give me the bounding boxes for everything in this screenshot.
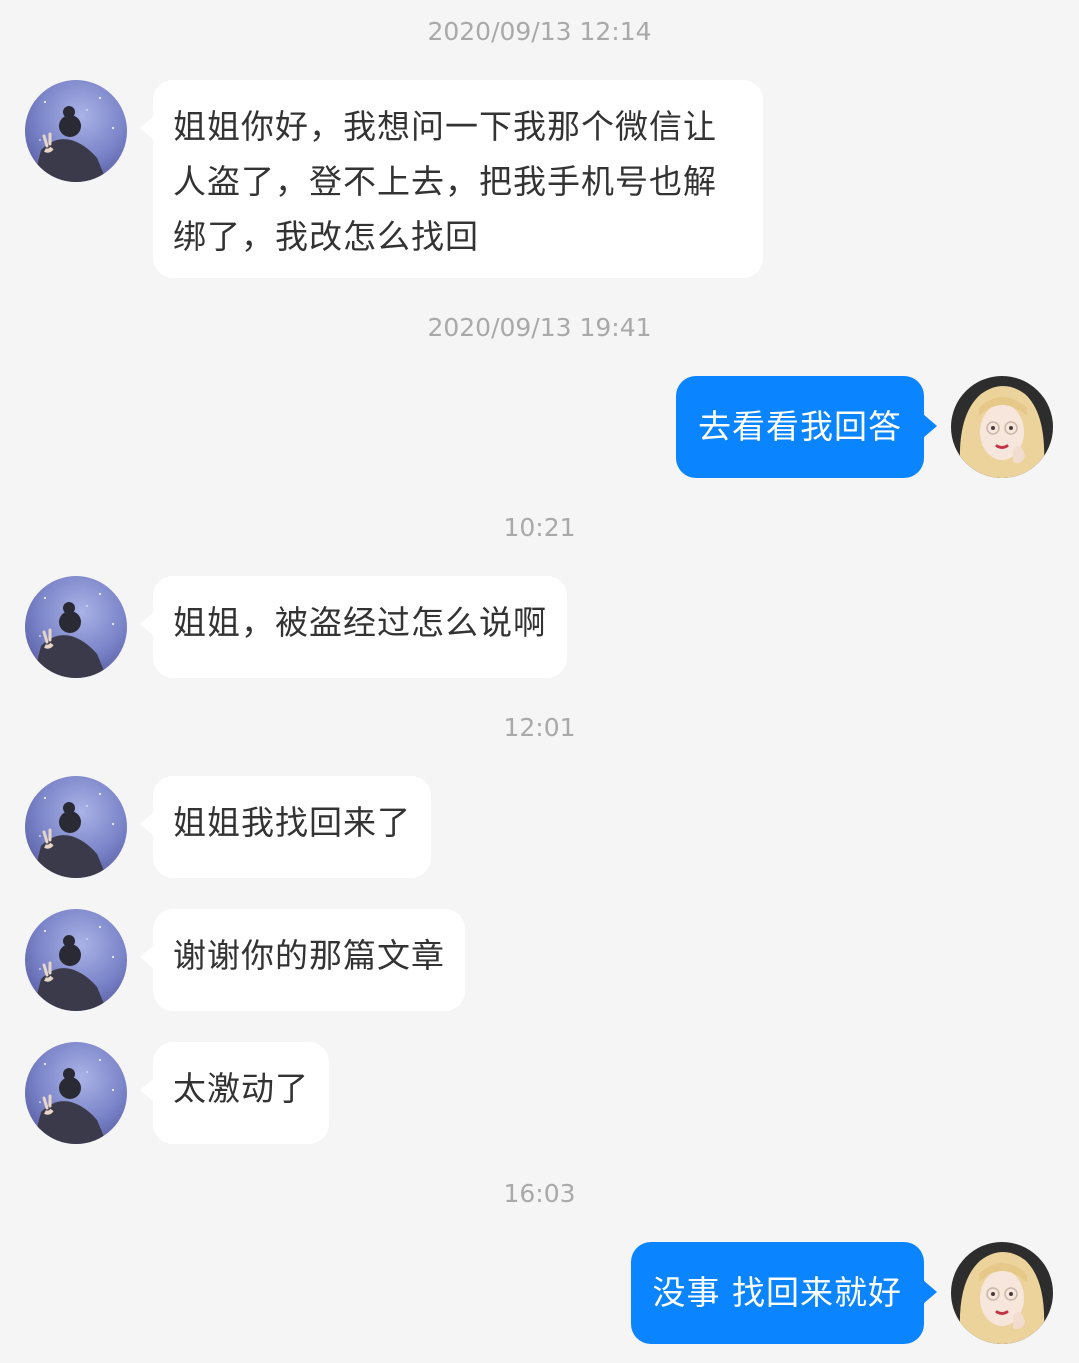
chat-panel: 2020/09/13 12:14 姐姐你好，我想问一下我那个微信让 人盗了，登不… bbox=[0, 0, 1079, 1363]
incoming-message[interactable]: 太激动了 bbox=[140, 1042, 329, 1144]
timestamp: 2020/09/13 19:41 bbox=[427, 313, 652, 342]
self-avatar-icon[interactable] bbox=[951, 1242, 1053, 1344]
incoming-message[interactable]: 姐姐你好，我想问一下我那个微信让 人盗了，登不上去，把我手机号也解 绑了，我改怎… bbox=[140, 80, 763, 278]
incoming-message[interactable]: 姐姐我找回来了 bbox=[140, 776, 431, 878]
contact-avatar-icon[interactable] bbox=[25, 576, 127, 678]
self-avatar-icon[interactable] bbox=[951, 376, 1053, 478]
incoming-message[interactable]: 谢谢你的那篇文章 bbox=[140, 909, 465, 1011]
incoming-message[interactable]: 姐姐，被盗经过怎么说啊 bbox=[140, 576, 567, 678]
contact-avatar-icon[interactable] bbox=[25, 1042, 127, 1144]
contact-avatar-icon[interactable] bbox=[25, 776, 127, 878]
outgoing-message[interactable]: 没事 找回来就好 bbox=[630, 1242, 937, 1344]
contact-avatar-icon[interactable] bbox=[25, 909, 127, 1011]
timestamp: 16:03 bbox=[503, 1179, 576, 1208]
timestamp: 2020/09/13 12:14 bbox=[427, 17, 652, 46]
timestamp: 12:01 bbox=[503, 713, 576, 742]
timestamp: 10:21 bbox=[503, 513, 576, 542]
contact-avatar-icon[interactable] bbox=[25, 80, 127, 182]
outgoing-message[interactable]: 去看看我回答 bbox=[676, 376, 937, 478]
